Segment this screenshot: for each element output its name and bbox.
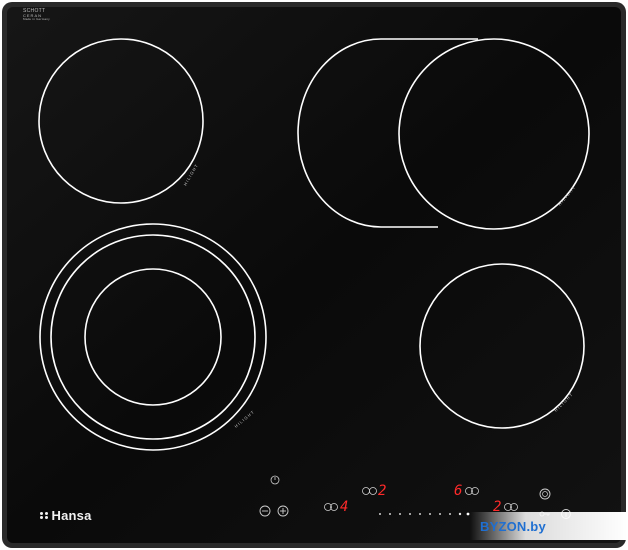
watermark-text: BYZON.by bbox=[480, 518, 546, 534]
display-rear-right: 6 bbox=[454, 483, 463, 499]
glass-origin: Made in Germany bbox=[23, 17, 50, 21]
display-rear-left: 2 bbox=[378, 483, 387, 499]
cooktop: HILIGHT HILIGHT HILIGHT HILIGHT bbox=[2, 2, 626, 548]
brand-logo: Hansa bbox=[40, 508, 92, 523]
glass-maker-logo: SCHOTT CERAN Made in Germany bbox=[23, 9, 50, 21]
glass-surface bbox=[7, 7, 621, 543]
brand-name: Hansa bbox=[51, 508, 92, 523]
display-front-left: 4 bbox=[340, 499, 349, 515]
brand-dots-icon bbox=[40, 511, 48, 520]
watermark: BYZON.by bbox=[470, 512, 628, 540]
